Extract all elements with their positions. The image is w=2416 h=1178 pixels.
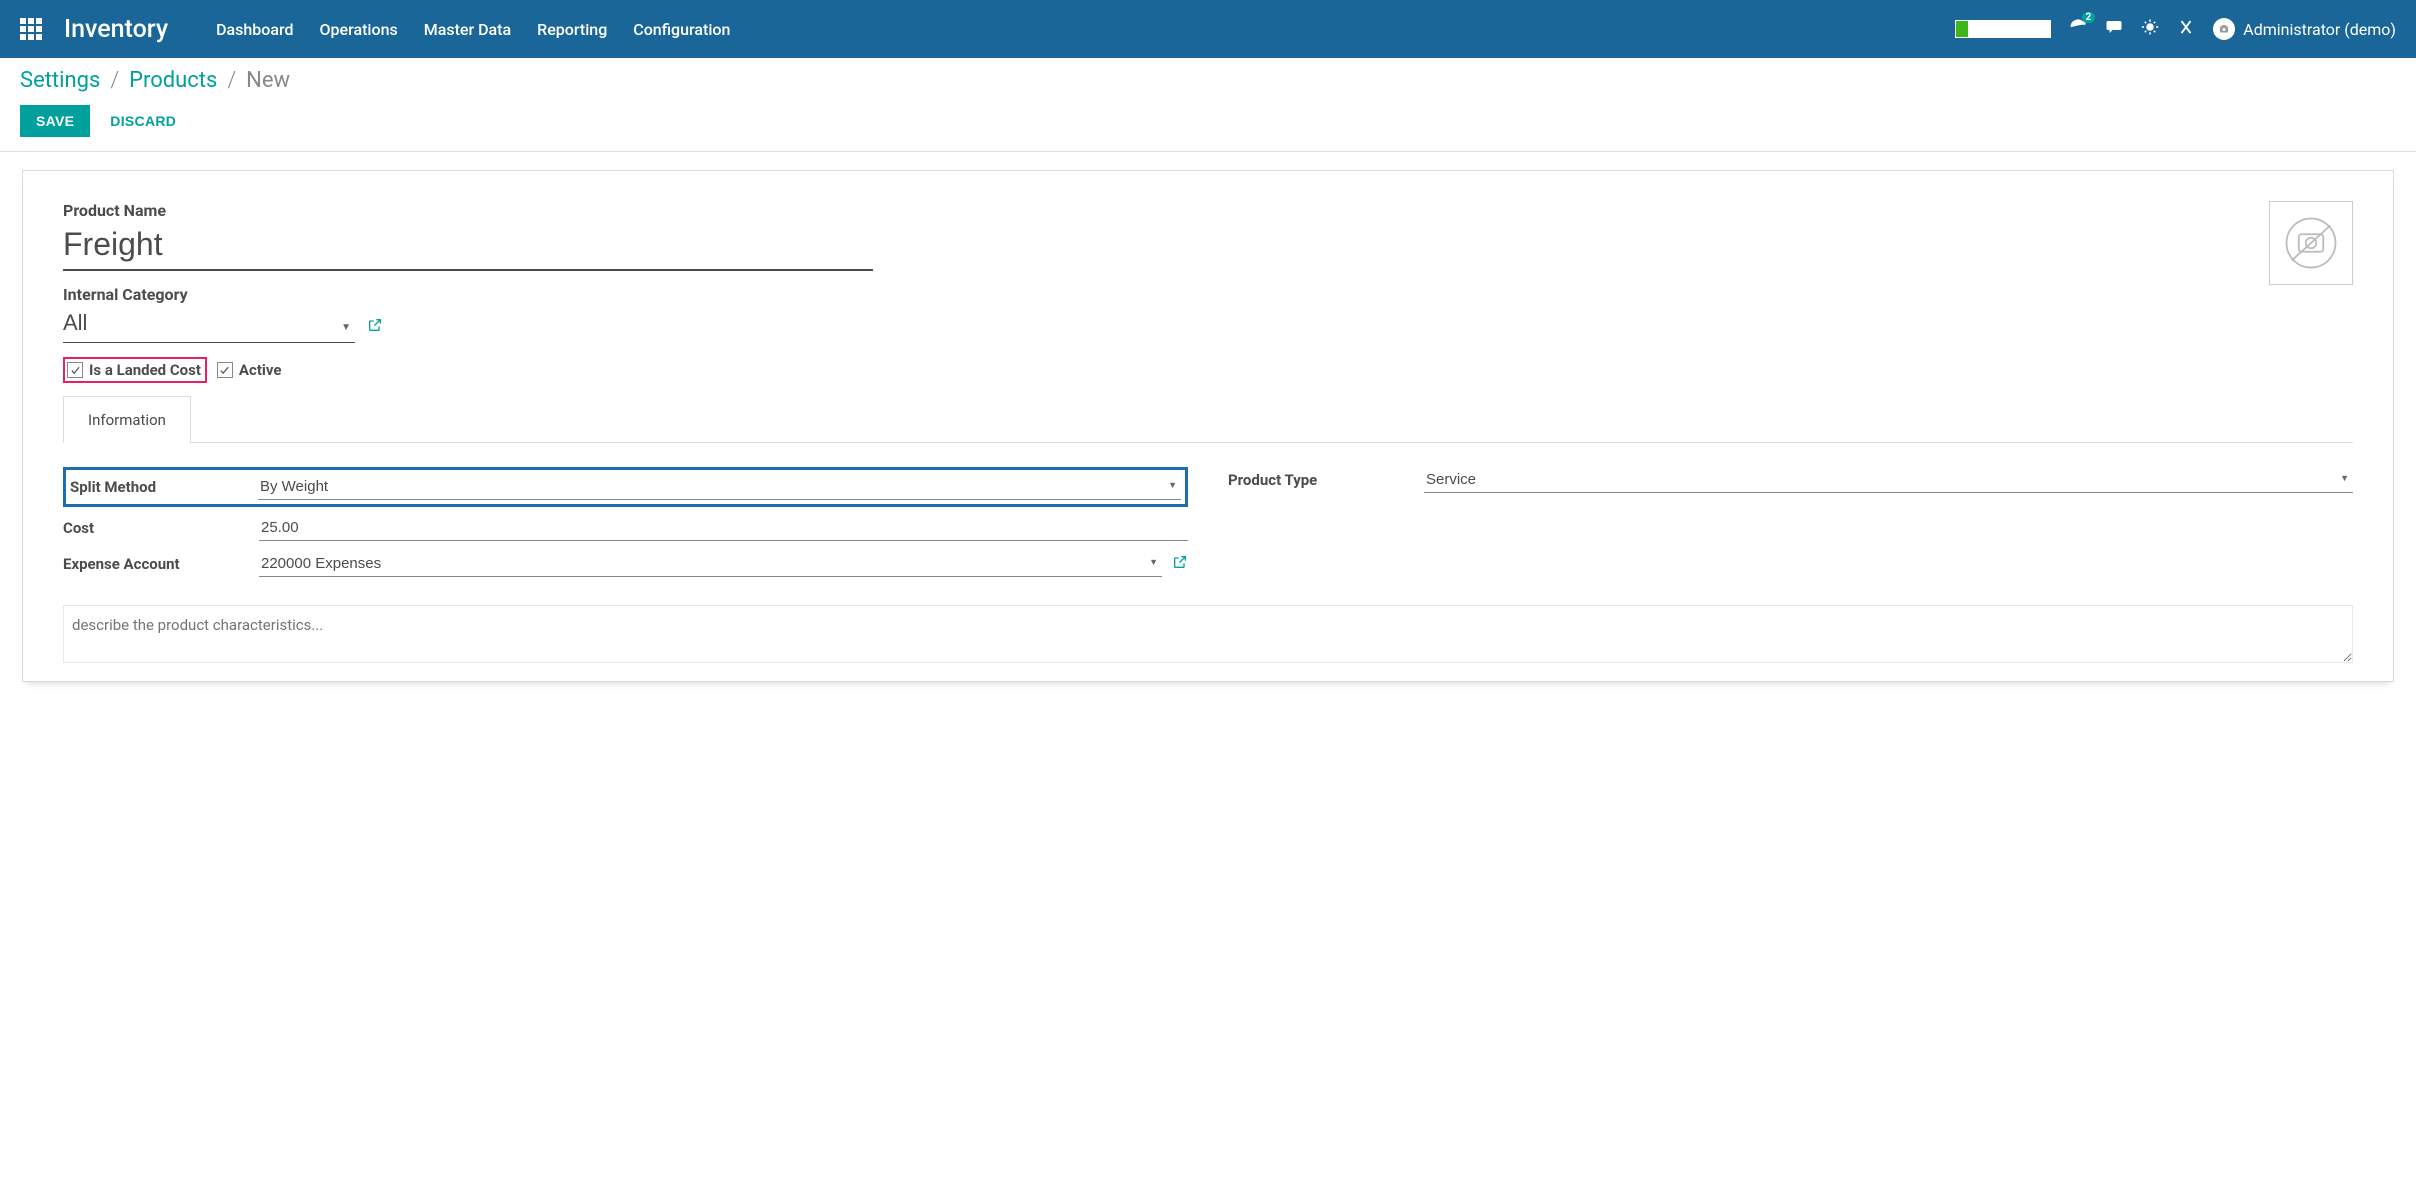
app-title[interactable]: Inventory [64,15,168,44]
split-method-label: Split Method [70,478,258,496]
breadcrumb-sep: / [227,68,236,93]
breadcrumb-products[interactable]: Products [129,68,217,93]
tab-information[interactable]: Information [63,396,191,443]
cost-row: Cost [63,515,1188,541]
description-textarea[interactable] [63,605,2353,663]
checkbox-row: Is a Landed Cost Active [63,357,873,383]
menu-operations[interactable]: Operations [320,20,398,39]
menu-master-data[interactable]: Master Data [424,20,511,39]
cost-input[interactable] [259,515,1188,541]
breadcrumb-current: New [246,68,290,93]
progress-bar[interactable] [1955,20,2051,38]
menu-dashboard[interactable]: Dashboard [216,20,293,39]
navbar: Inventory Dashboard Operations Master Da… [0,0,2416,58]
split-method-row: Split Method ▼ [63,467,1188,507]
breadcrumb-sep: / [110,68,119,93]
form-view: Product Name Internal Category ▼ [0,152,2416,700]
user-menu[interactable]: Administrator (demo) [2213,18,2396,40]
menu-configuration[interactable]: Configuration [633,20,730,39]
navbar-right: 2 Administrator (demo) [1955,18,2396,40]
expense-account-select[interactable] [259,551,1162,577]
product-name-input[interactable] [63,224,873,271]
product-type-label: Product Type [1228,471,1424,489]
breadcrumb: Settings / Products / New [20,68,2396,93]
form-sheet: Product Name Internal Category ▼ [22,170,2394,682]
tools-icon[interactable] [2177,18,2195,40]
avatar-icon [2213,18,2235,40]
tabbar: Information [63,395,2353,443]
active-label: Active [239,361,282,379]
bug-icon[interactable] [2141,18,2159,40]
breadcrumb-settings[interactable]: Settings [20,68,100,93]
internal-category-label: Internal Category [63,285,873,304]
save-button[interactable]: SAVE [20,105,90,137]
product-image-placeholder[interactable] [2269,201,2353,285]
action-bar: SAVE DISCARD [20,105,2396,137]
notification-badge: 2 [2082,12,2096,23]
active-group: Active [217,361,282,379]
expense-account-row: Expense Account ▼ [63,551,1188,577]
product-type-row: Product Type ▼ [1228,467,2353,493]
control-panel: Settings / Products / New SAVE DISCARD [0,58,2416,152]
expense-account-label: Expense Account [63,555,259,573]
external-link-icon[interactable] [367,317,383,337]
tab-content-information: Split Method ▼ Cost Expense Account [63,443,2353,673]
user-name: Administrator (demo) [2243,20,2396,39]
product-name-label: Product Name [63,201,873,220]
menu-reporting[interactable]: Reporting [537,20,607,39]
cost-label: Cost [63,519,259,537]
refresh-icon[interactable]: 2 [2069,18,2087,40]
split-method-select[interactable] [258,474,1181,500]
external-link-icon[interactable] [1172,554,1188,574]
apps-icon[interactable] [20,18,42,40]
main-menu: Dashboard Operations Master Data Reporti… [216,20,1955,39]
internal-category-select[interactable] [63,306,355,343]
active-checkbox[interactable] [217,362,233,378]
chat-icon[interactable] [2105,18,2123,40]
product-type-select[interactable] [1424,467,2353,493]
landed-cost-checkbox[interactable] [67,362,83,378]
landed-cost-group: Is a Landed Cost [63,357,207,383]
discard-button[interactable]: DISCARD [110,113,176,129]
landed-cost-label: Is a Landed Cost [89,361,201,379]
